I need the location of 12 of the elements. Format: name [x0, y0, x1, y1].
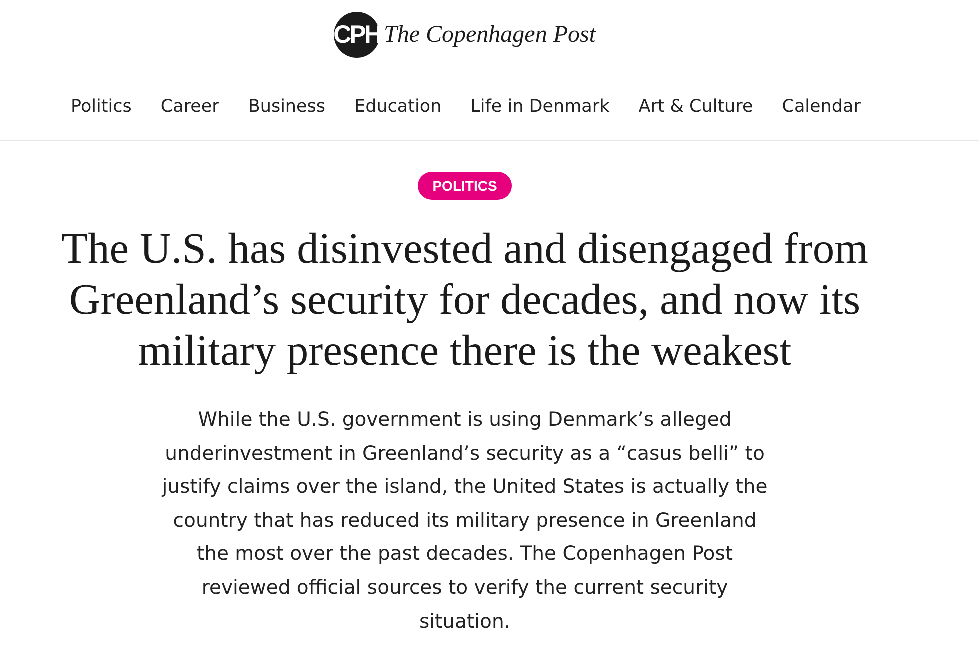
nav-link[interactable]: Art & Culture [638, 94, 754, 120]
logo-mark[interactable]: CPH [334, 12, 380, 58]
nav-link[interactable]: Business [248, 94, 326, 120]
nav-link[interactable]: Education [354, 94, 442, 120]
nav-link[interactable]: Career [160, 94, 220, 120]
nav-link[interactable]: Life in Denmark [470, 94, 610, 120]
nav-link[interactable]: Politics [71, 94, 132, 120]
category-tag[interactable]: POLITICS [418, 172, 512, 200]
nav-link[interactable]: Calendar [782, 94, 861, 120]
site-name[interactable]: The Copenhagen Post [384, 22, 596, 48]
headline: The U.S. has disinvested and disengaged from Greenland’s security for decades, and now its military presence there is the weakest [60, 224, 870, 377]
lede-paragraph: While the U.S. government is using Denmark’s alleged underinvestment in Greenland’s security as a “casus belli” to justify claims over the island, the United States is actually the country that has reduced its military presence in Greenland the most over the past decades. The Copenhagen Post reviewed official sources to verify the current security situation. [160, 407, 769, 635]
